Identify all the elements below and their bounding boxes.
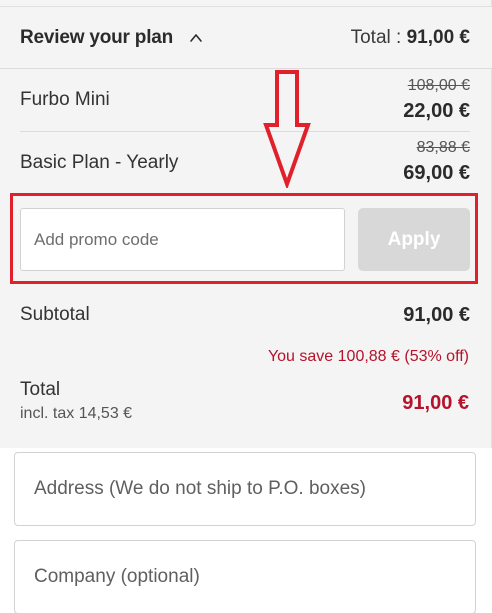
header-total: Total : 91,00 €: [351, 27, 470, 49]
header-total-label: Total :: [350, 27, 407, 48]
review-plan-toggle[interactable]: Review your plan Total : 91,00 €: [0, 6, 492, 69]
total-value: 91,00 €: [402, 392, 469, 414]
address-field[interactable]: [14, 452, 476, 526]
item-name: Basic Plan - Yearly: [20, 152, 179, 173]
review-plan-title: Review your plan: [20, 27, 174, 48]
subtotal-row: Subtotal 91,00 €: [20, 304, 470, 330]
company-field[interactable]: [14, 540, 476, 613]
item-price: 69,00 €: [403, 162, 470, 184]
chevron-up-icon: [190, 34, 202, 42]
item-name: Furbo Mini: [20, 89, 110, 110]
total-label: Total: [20, 379, 61, 400]
header-total-value: 91,00 €: [406, 27, 470, 48]
down-arrow-icon: [263, 70, 311, 188]
subtotal-label: Subtotal: [20, 304, 90, 325]
subtotal-value: 91,00 €: [403, 304, 470, 326]
line-item-basic-plan: Basic Plan - Yearly 83,88 € 69,00 €: [20, 132, 470, 190]
order-summary-panel: Review your plan Total : 91,00 € Furbo M…: [0, 0, 492, 448]
tax-text: incl. tax 14,53 €: [20, 405, 133, 422]
promo-highlight-box: [10, 193, 478, 284]
line-item-furbo-mini: Furbo Mini 108,00 € 22,00 €: [20, 70, 470, 131]
item-original-price: 83,88 €: [416, 139, 470, 156]
item-original-price: 108,00 €: [407, 77, 470, 94]
savings-text: You save 100,88 € (53% off): [267, 348, 469, 365]
item-price: 22,00 €: [403, 100, 470, 122]
